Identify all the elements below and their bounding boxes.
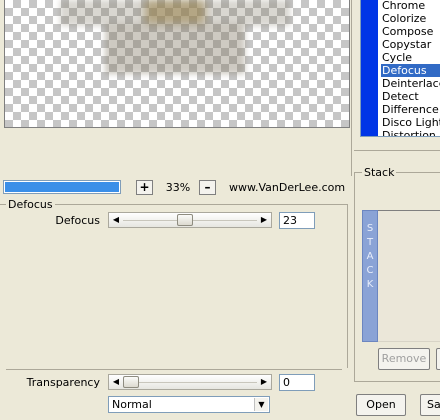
effect-list-item[interactable]: Disco Lights (381, 116, 440, 129)
effect-list-item[interactable]: Compose (381, 25, 440, 38)
effect-list-item[interactable]: Detect (381, 90, 440, 103)
defocus-value-input[interactable]: 23 (279, 212, 315, 229)
effect-group-title: Defocus (6, 198, 55, 211)
defocus-label: Defocus (55, 214, 100, 227)
effect-list-item[interactable]: Copystar (381, 38, 440, 51)
progress-fill (5, 182, 119, 192)
defocus-slider[interactable]: ◀ ▶ (108, 212, 272, 228)
divider (6, 369, 342, 370)
stack-list[interactable] (378, 210, 440, 342)
website-link[interactable]: www.VanDerLee.com (229, 181, 345, 194)
stack-letter: K (366, 279, 374, 290)
effect-list-item[interactable]: Chrome (381, 0, 440, 12)
open-button[interactable]: Open (356, 394, 406, 416)
stack-title: Stack (362, 166, 397, 179)
stack-letter: A (366, 251, 374, 262)
effect-list-item[interactable]: Cycle (381, 51, 440, 64)
save-button[interactable]: Sa (420, 394, 440, 416)
stack-vertical-bar: S T A C K (362, 210, 378, 342)
chevron-down-icon[interactable]: ▼ (254, 398, 268, 411)
slider-thumb[interactable] (177, 214, 194, 226)
progress-bar (3, 180, 121, 194)
preview-blob-lower (105, 24, 245, 74)
effect-list-stripe (361, 0, 378, 136)
remove-button[interactable]: Remove (378, 348, 430, 370)
stack-letter: C (366, 265, 374, 276)
effect-list-item[interactable]: Deinterlace (381, 77, 440, 90)
slider-right-arrow-icon[interactable]: ▶ (258, 376, 270, 388)
effect-list-panel: Chrome Colorize Compose Copystar Cycle Defocu… (360, 0, 440, 137)
effect-list[interactable]: Chrome Colorize Compose Copystar Cycle Defocu… (381, 0, 440, 136)
preview-blob-top (145, 0, 205, 24)
transparency-label: Transparency (26, 376, 100, 389)
effect-list-item[interactable]: Defocus (381, 64, 440, 77)
blend-mode-select[interactable]: Normal ▼ (108, 396, 270, 413)
stack-letter: T (366, 237, 374, 248)
divider (354, 150, 440, 151)
slider-left-arrow-icon[interactable]: ◀ (110, 214, 122, 226)
zoom-in-button[interactable]: + (136, 180, 153, 195)
zoom-level: 33% (165, 181, 191, 194)
effect-list-item[interactable]: Difference (381, 103, 440, 116)
slider-thumb[interactable] (123, 376, 139, 388)
preview-canvas[interactable] (4, 0, 350, 128)
stack-letter: S (366, 223, 374, 234)
transparency-value-input[interactable]: 0 (279, 374, 315, 391)
slider-left-arrow-icon[interactable]: ◀ (110, 376, 122, 388)
slider-right-arrow-icon[interactable]: ▶ (258, 214, 270, 226)
blend-mode-value: Normal (112, 398, 152, 411)
effect-list-item[interactable]: Colorize (381, 12, 440, 25)
slider-track (123, 382, 257, 383)
stack-next-button[interactable] (436, 348, 440, 370)
effect-list-item[interactable]: Distortion (381, 129, 440, 136)
zoom-out-button[interactable]: – (199, 180, 216, 195)
transparency-slider[interactable]: ◀ ▶ (108, 374, 272, 390)
